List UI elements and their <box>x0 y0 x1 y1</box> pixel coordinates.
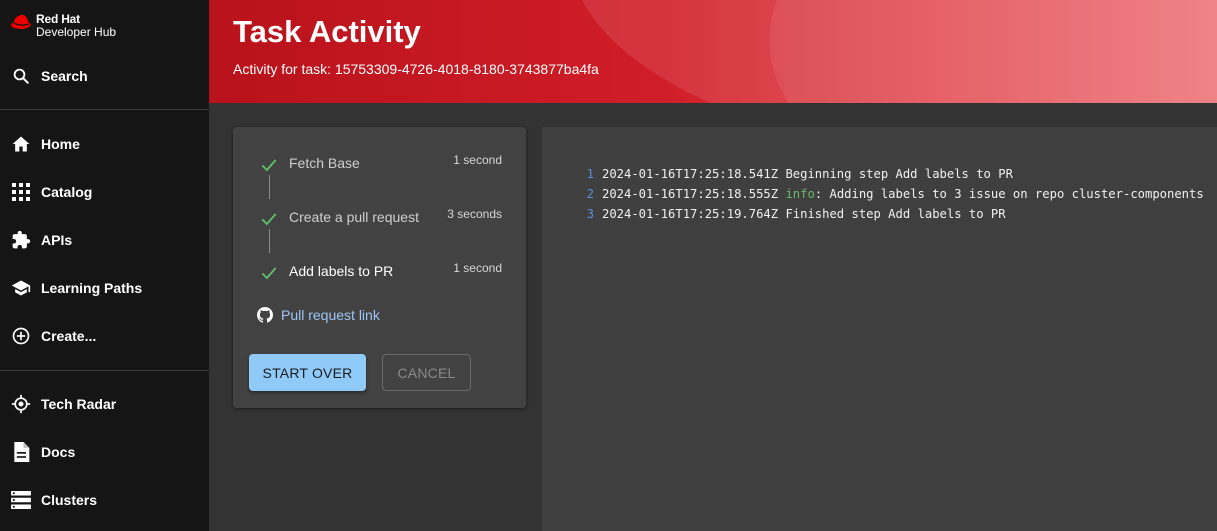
check-icon <box>261 159 277 172</box>
pull-request-link-label: Pull request link <box>281 307 380 323</box>
sidebar-item-label: Tech Radar <box>41 396 117 412</box>
log-message: : Adding labels to 3 issue on repo clust… <box>814 187 1204 201</box>
search-icon <box>11 66 31 86</box>
step-name: Fetch Base <box>289 155 360 171</box>
step-connector <box>269 175 270 199</box>
page-header: Task Activity Activity for task: 1575330… <box>209 0 1217 103</box>
sidebar-item-label: Home <box>41 136 80 152</box>
step-duration: 3 seconds <box>447 207 502 221</box>
step-duration: 1 second <box>453 153 502 167</box>
step-name: Create a pull request <box>289 209 419 225</box>
log-line: 3 2024-01-16T17:25:19.764Z Finished step … <box>542 207 1006 227</box>
log-timestamp: 2024-01-16T17:25:19.764Z <box>602 207 779 221</box>
step-name: Add labels to PR <box>289 263 394 279</box>
check-icon <box>261 267 277 280</box>
step-duration: 1 second <box>453 261 502 275</box>
sidebar-item-label: Search <box>41 68 88 84</box>
check-icon <box>261 213 277 226</box>
storage-icon <box>11 490 31 510</box>
log-line-number: 1 <box>586 167 594 181</box>
sidebar-item-label: Create... <box>41 328 97 344</box>
red-hat-logo-icon <box>11 15 31 29</box>
log-message: Beginning step Add labels to PR <box>778 167 1013 181</box>
sidebar-item-label: APIs <box>41 232 73 248</box>
sidebar-item-catalog[interactable]: Catalog <box>0 168 209 216</box>
log-timestamp: 2024-01-16T17:25:18.555Z <box>602 187 779 201</box>
sidebar-item-apis[interactable]: APIs <box>0 216 209 264</box>
log-level: info <box>785 187 815 201</box>
log-line-number: 2 <box>586 187 594 201</box>
sidebar-divider <box>0 370 209 371</box>
sidebar-item-learning-paths[interactable]: Learning Paths <box>0 264 209 312</box>
puzzle-icon <box>11 230 31 250</box>
page-subtitle: Activity for task: 15753309-4726-4018-81… <box>233 61 599 77</box>
document-icon <box>11 442 31 462</box>
sidebar-item-label: Clusters <box>41 492 98 508</box>
sidebar: Red Hat Developer Hub Search Home Catalo… <box>0 0 209 531</box>
grid-icon <box>11 182 31 202</box>
step-fetch-base[interactable]: Fetch Base 1 second <box>233 153 526 183</box>
log-line-number: 3 <box>586 207 594 221</box>
github-icon <box>257 307 273 323</box>
pull-request-link[interactable]: Pull request link <box>257 307 380 323</box>
log-line: 1 2024-01-16T17:25:18.541Z Beginning step… <box>542 167 1013 187</box>
start-over-button[interactable]: START OVER <box>249 354 366 391</box>
plus-circle-icon <box>11 326 31 346</box>
sidebar-item-label: Docs <box>41 444 76 460</box>
task-steps-card: Fetch Base 1 second Create a pull reques… <box>233 127 526 408</box>
step-connector <box>269 229 270 253</box>
sidebar-item-create[interactable]: Create... <box>0 312 209 360</box>
sidebar-item-home[interactable]: Home <box>0 120 209 168</box>
header-decoration <box>769 0 1217 103</box>
log-line: 2 2024-01-16T17:25:18.555Z info: Adding l… <box>542 187 1204 207</box>
sidebar-divider <box>0 109 209 110</box>
radar-icon <box>11 394 31 414</box>
school-icon <box>11 278 31 298</box>
home-icon <box>11 134 31 154</box>
log-timestamp: 2024-01-16T17:25:18.541Z <box>602 167 779 181</box>
sidebar-item-label: Catalog <box>41 184 93 200</box>
sidebar-item-tech-radar[interactable]: Tech Radar <box>0 380 209 428</box>
sidebar-item-docs[interactable]: Docs <box>0 428 209 476</box>
step-add-labels-to-pr[interactable]: Add labels to PR 1 second <box>233 261 526 291</box>
app-logo[interactable]: Red Hat Developer Hub <box>10 13 116 39</box>
task-log-viewer[interactable]: 1 2024-01-16T17:25:18.541Z Beginning step… <box>542 127 1217 531</box>
cancel-button[interactable]: CANCEL <box>382 354 471 391</box>
step-create-pull-request[interactable]: Create a pull request 3 seconds <box>233 207 526 237</box>
brand-product: Developer Hub <box>36 25 117 39</box>
sidebar-item-search[interactable]: Search <box>0 52 209 100</box>
sidebar-item-label: Learning Paths <box>41 280 143 296</box>
log-message: Finished step Add labels to PR <box>778 207 1006 221</box>
sidebar-item-clusters[interactable]: Clusters <box>0 476 209 524</box>
page-title: Task Activity <box>233 14 421 49</box>
